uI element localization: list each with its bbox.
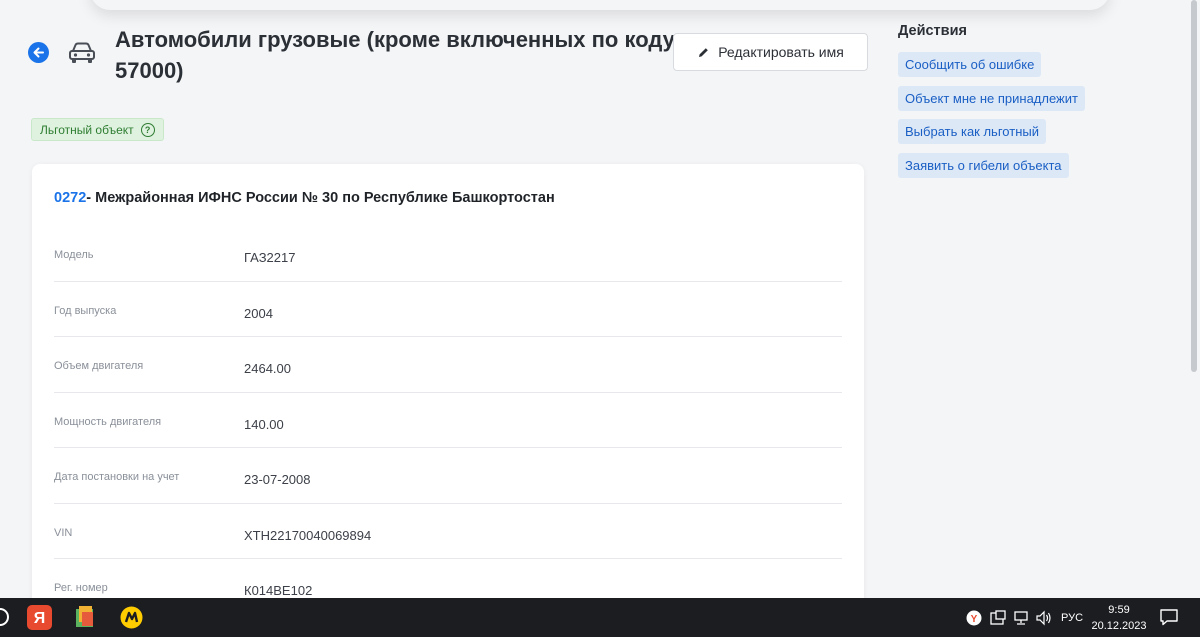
clock-date: 20.12.2023: [1091, 620, 1147, 632]
badge-label: Льготный объект: [40, 122, 134, 137]
detail-value: 23-07-2008: [244, 472, 311, 487]
detail-row-year: Год выпуска 2004: [54, 282, 842, 337]
volume-icon[interactable]: [1035, 610, 1053, 626]
notifications-icon[interactable]: [1158, 606, 1180, 628]
tax-authority-code[interactable]: 0272: [54, 190, 86, 206]
detail-value: К014ВЕ102: [244, 583, 313, 598]
report-object-loss-link[interactable]: Заявить о гибели объекта: [898, 152, 1069, 178]
detail-label: Объем двигателя: [54, 360, 144, 372]
pencil-icon: [699, 47, 708, 57]
detail-value: ГАЗ2217: [244, 250, 296, 265]
detail-row-vin: VIN XTH22170040069894: [54, 504, 842, 559]
page-scrollbar[interactable]: [1191, 0, 1197, 372]
arrow-left-icon: [33, 47, 44, 58]
report-error-link[interactable]: Сообщить об ошибке: [898, 52, 1042, 77]
svg-text:Я: Я: [34, 610, 46, 627]
yandex-tray-icon[interactable]: Y: [966, 610, 982, 626]
search-icon[interactable]: [0, 605, 13, 630]
network-icon[interactable]: [1013, 610, 1029, 626]
language-indicator[interactable]: РУС: [1061, 612, 1083, 624]
detail-row-registration-date: Дата постановки на учет 23-07-2008: [54, 448, 842, 504]
car-icon: [69, 42, 95, 63]
detail-value: XTH22170040069894: [244, 527, 372, 543]
preferential-object-badge: Льготный объект ?: [31, 118, 164, 141]
detail-label: Рег. номер: [54, 582, 108, 594]
detail-label: Мощность двигателя: [54, 415, 162, 428]
tax-authority-title: 0272- Межрайонная ИФНС России № 30 по Ре…: [54, 190, 555, 206]
not-my-object-link[interactable]: Объект мне не принадлежит: [898, 85, 1085, 111]
edit-name-label: Редактировать имя: [718, 44, 844, 60]
detail-value: 140.00: [244, 416, 284, 432]
actions-panel: Действия Сообщить об ошибке Объект мне н…: [898, 23, 1085, 186]
select-preferential-link[interactable]: Выбрать как льготный: [898, 119, 1046, 145]
back-button[interactable]: [28, 42, 49, 63]
system-tray: Y РУС: [966, 598, 1083, 637]
actions-title: Действия: [898, 23, 967, 39]
yandex-browser-icon[interactable]: Я: [27, 605, 52, 630]
top-panel-edge: [90, 0, 1110, 10]
detail-value: 2464.00: [244, 361, 291, 376]
app-tray-icon[interactable]: [990, 609, 1006, 626]
detail-row-model: Модель ГАЗ2217: [54, 226, 842, 282]
details-list: Модель ГАЗ2217 Год выпуска 2004 Объем дв…: [54, 226, 842, 615]
system-clock[interactable]: 9:59 20.12.2023: [1088, 602, 1150, 634]
svg-text:Y: Y: [971, 614, 978, 625]
notepad-icon[interactable]: [73, 605, 98, 630]
clock-time: 9:59: [1108, 604, 1130, 616]
detail-label: Год выпуска: [54, 304, 117, 317]
page-title: Автомобили грузовые (кроме включенных по…: [115, 27, 675, 83]
help-icon[interactable]: ?: [140, 122, 155, 137]
detail-row-engine-volume: Объем двигателя 2464.00: [54, 337, 842, 393]
detail-label: Дата постановки на учет: [54, 471, 180, 483]
detail-row-engine-power: Мощность двигателя 140.00: [54, 393, 842, 448]
detail-value: 2004: [244, 305, 273, 321]
detail-label: VIN: [54, 526, 73, 539]
detail-label: Модель: [54, 249, 94, 261]
object-details-card: 0272- Межрайонная ИФНС России № 30 по Ре…: [32, 164, 864, 614]
windows-taskbar: Я Y РУС 9:59 20.12.2023: [0, 598, 1200, 637]
yandex-market-icon[interactable]: [119, 605, 144, 630]
edit-name-button[interactable]: Редактировать имя: [673, 33, 868, 71]
tax-authority-name: - Межрайонная ИФНС России № 30 по Респуб…: [86, 190, 555, 206]
